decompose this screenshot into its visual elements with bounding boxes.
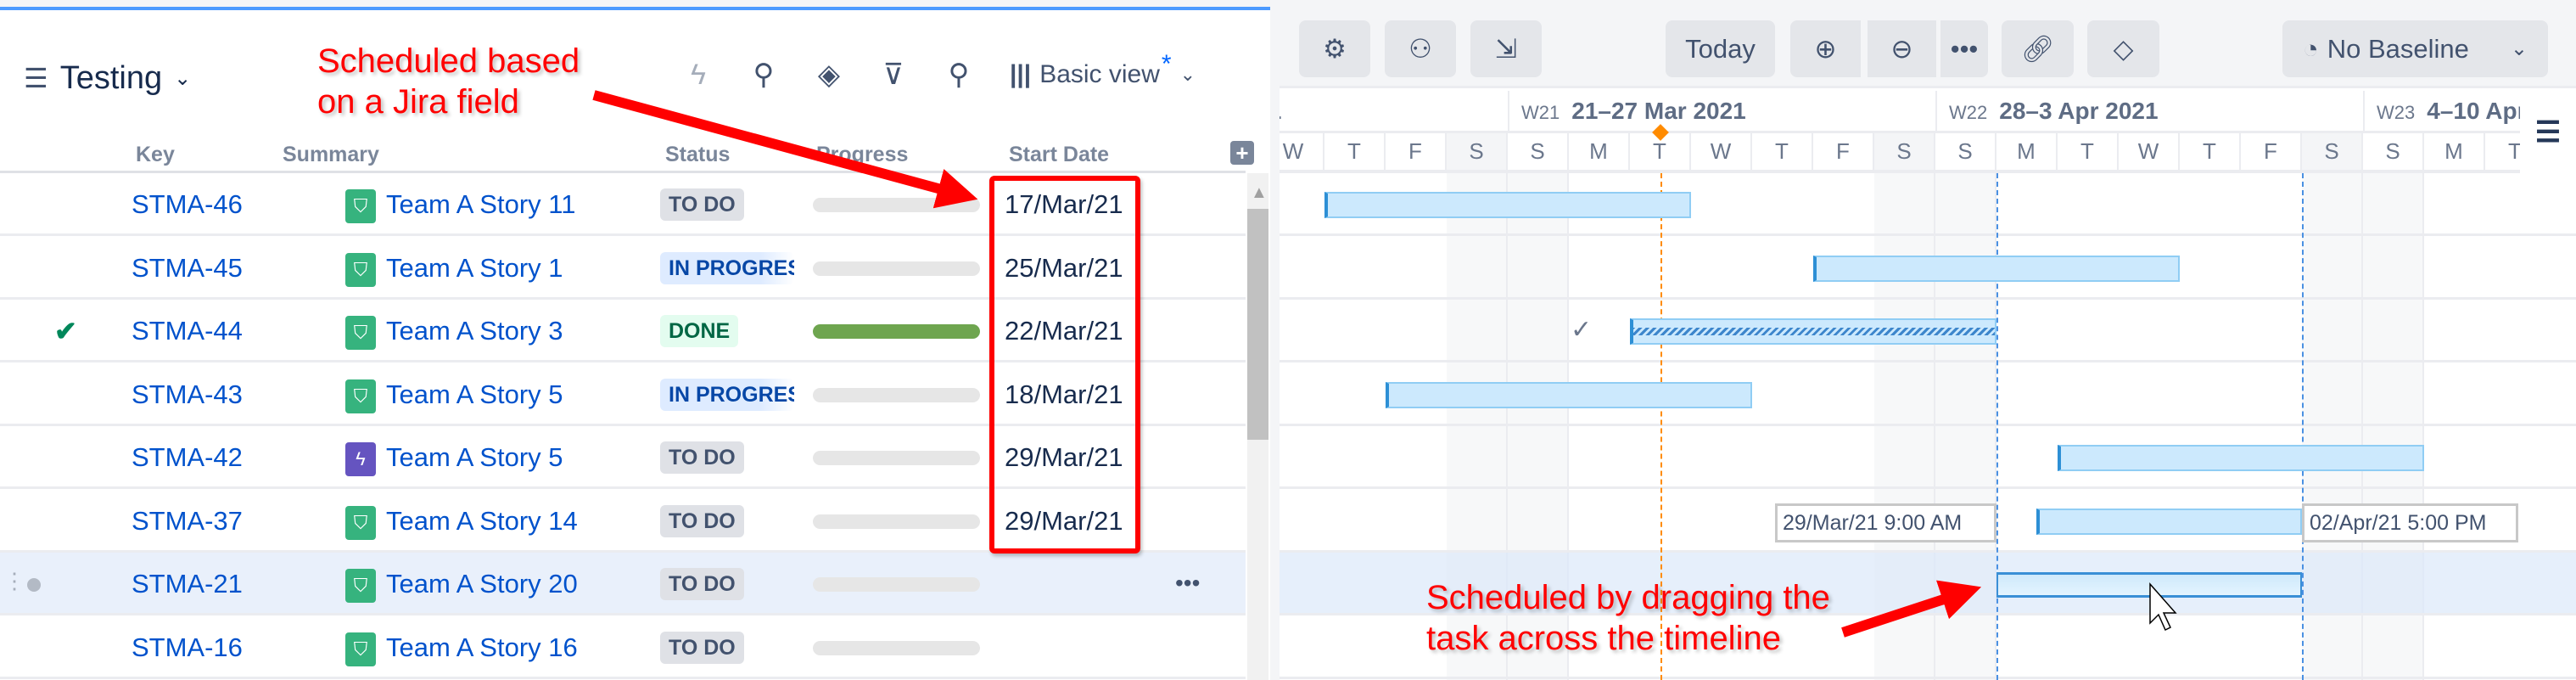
arrow-bottom xyxy=(1841,580,1982,638)
mouse-cursor-icon xyxy=(2149,582,2177,632)
annotation-arrows xyxy=(592,90,2177,638)
arrow-top xyxy=(592,90,978,209)
